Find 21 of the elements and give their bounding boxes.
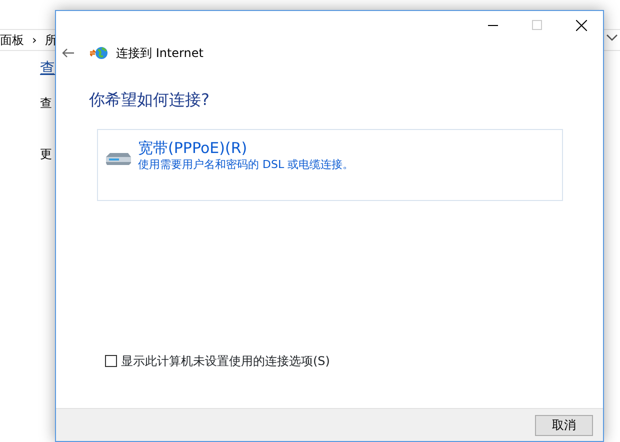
checkbox[interactable] (105, 355, 117, 367)
checkbox-label[interactable]: 显示此计算机未设置使用的连接选项(S) (121, 352, 330, 370)
network-globe-icon (90, 46, 108, 60)
maximize-icon (532, 20, 542, 30)
chevron-down-icon[interactable] (606, 34, 618, 42)
menu-text: 更 (40, 146, 52, 162)
breadcrumb-item[interactable]: 面板 (0, 31, 24, 49)
menu-text: 查 (40, 94, 52, 112)
modem-icon (104, 151, 132, 167)
minimize-icon (488, 24, 498, 26)
option-description: 使用需要用户名和密码的 DSL 或电缆连接。 (138, 157, 354, 173)
option-title: 宽带(PPPoE)(R) (138, 139, 248, 157)
dialog-heading: 你希望如何连接? (89, 89, 210, 111)
breadcrumb-item[interactable]: › (32, 31, 37, 49)
link[interactable]: 查 (40, 57, 55, 80)
breadcrumb-item[interactable]: 所 (44, 31, 57, 49)
cancel-button[interactable]: 取消 (535, 414, 593, 436)
connection-option[interactable]: 宽带(PPPoE)(R) 使用需要用户名和密码的 DSL 或电缆连接。 (97, 129, 563, 201)
dialog-title: 连接到 Internet (116, 44, 204, 62)
close-icon (576, 20, 586, 30)
back-arrow-icon[interactable] (62, 48, 74, 58)
